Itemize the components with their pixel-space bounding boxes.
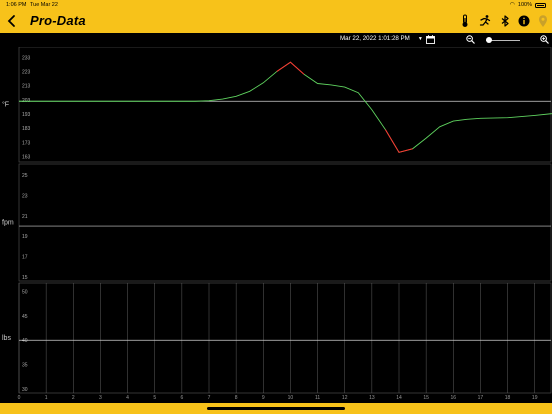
x-tick-label: 17 xyxy=(478,395,484,401)
status-date: Tue Mar 22 xyxy=(30,2,58,8)
charts-svg[interactable]: 163173183193203213223233°F151719212325fp… xyxy=(0,46,552,403)
home-indicator[interactable] xyxy=(207,407,345,410)
y-tick-label: 183 xyxy=(22,126,31,132)
series-highlight-line xyxy=(276,61,305,75)
app-title: Pro-Data xyxy=(30,13,86,28)
y-axis-label: °F xyxy=(2,101,9,109)
x-tick-label: 11 xyxy=(315,395,320,401)
y-tick-label: 35 xyxy=(22,363,28,369)
charts-area[interactable]: 163 173 183 193 203 213 223 233 °F 15 17 19 21 23 25 fp… xyxy=(0,46,552,403)
runner-icon[interactable] xyxy=(478,14,492,28)
x-tick-label: 10 xyxy=(288,395,294,401)
y-tick-label: 193 xyxy=(22,112,31,118)
calendar-icon[interactable] xyxy=(426,35,435,44)
y-tick-label: 163 xyxy=(22,155,31,161)
x-tick-label: 6 xyxy=(180,395,183,401)
bottom-bar xyxy=(0,403,552,414)
zoom-out-icon[interactable] xyxy=(466,35,475,44)
thermometer-icon[interactable] xyxy=(458,14,472,28)
y-tick-label: 45 xyxy=(22,314,28,320)
info-icon[interactable] xyxy=(517,14,531,28)
back-icon[interactable] xyxy=(6,14,18,28)
x-tick-label: 15 xyxy=(423,395,429,401)
app-header: Pro-Data xyxy=(0,10,552,33)
x-tick-label: 9 xyxy=(262,395,265,401)
series-highlight-line xyxy=(384,129,413,153)
x-tick-label: 8 xyxy=(235,395,238,401)
y-tick-label: 50 xyxy=(22,289,28,295)
x-tick-label: 18 xyxy=(505,395,511,401)
x-tick-label: 7 xyxy=(208,395,211,401)
x-tick-label: 16 xyxy=(451,395,457,401)
x-tick-label: 2 xyxy=(72,395,75,401)
date-dropdown[interactable]: Mar 22, 2022 1:01:28 PM ▼ xyxy=(340,35,423,42)
y-tick-label: 213 xyxy=(22,84,31,90)
y-tick-label: 19 xyxy=(22,234,28,240)
bluetooth-icon[interactable] xyxy=(498,14,512,28)
x-tick-label: 0 xyxy=(18,395,21,401)
x-tick-label: 14 xyxy=(396,395,402,401)
y-tick-label: 21 xyxy=(22,214,28,220)
y-axis-label: fpm xyxy=(2,220,14,227)
y-axis-label: lbs xyxy=(2,335,11,342)
x-tick-label: 13 xyxy=(369,395,375,401)
battery-percent: 100% xyxy=(517,2,532,8)
y-tick-label: 17 xyxy=(22,255,28,261)
x-tick-label: 4 xyxy=(126,395,129,401)
wifi-icon: ◠ xyxy=(509,2,515,8)
y-tick-label: 233 xyxy=(22,55,31,61)
date-dropdown-value: Mar 22, 2022 1:01:28 PM xyxy=(340,35,410,42)
chevron-down-icon: ▼ xyxy=(417,36,423,42)
zoom-in-icon[interactable] xyxy=(540,35,549,44)
x-tick-label: 19 xyxy=(532,395,538,401)
plot-frame xyxy=(18,282,552,394)
series-line xyxy=(19,61,552,153)
y-tick-label: 173 xyxy=(22,140,31,146)
plot-frame xyxy=(18,46,552,163)
y-tick-label: 23 xyxy=(22,193,28,199)
x-tick-label: 5 xyxy=(153,395,156,401)
zoom-slider-thumb[interactable] xyxy=(486,37,492,43)
y-tick-label: 40 xyxy=(22,338,28,344)
status-bar: 1:06 PM Tue Mar 22 ◠ 100% xyxy=(0,0,552,10)
x-tick-label: 12 xyxy=(342,395,348,401)
location-pin-icon[interactable] xyxy=(536,14,550,28)
plot-frame xyxy=(18,163,552,282)
y-tick-label: 25 xyxy=(22,173,28,179)
battery-icon xyxy=(535,2,546,8)
x-tick-label: 3 xyxy=(99,395,102,401)
y-tick-label: 15 xyxy=(22,275,28,281)
toolbar: Mar 22, 2022 1:01:28 PM ▼ xyxy=(0,33,552,47)
y-tick-label: 223 xyxy=(22,69,31,75)
x-tick-label: 1 xyxy=(45,395,48,401)
y-tick-label: 30 xyxy=(22,387,28,393)
status-time: 1:06 PM xyxy=(6,2,27,8)
